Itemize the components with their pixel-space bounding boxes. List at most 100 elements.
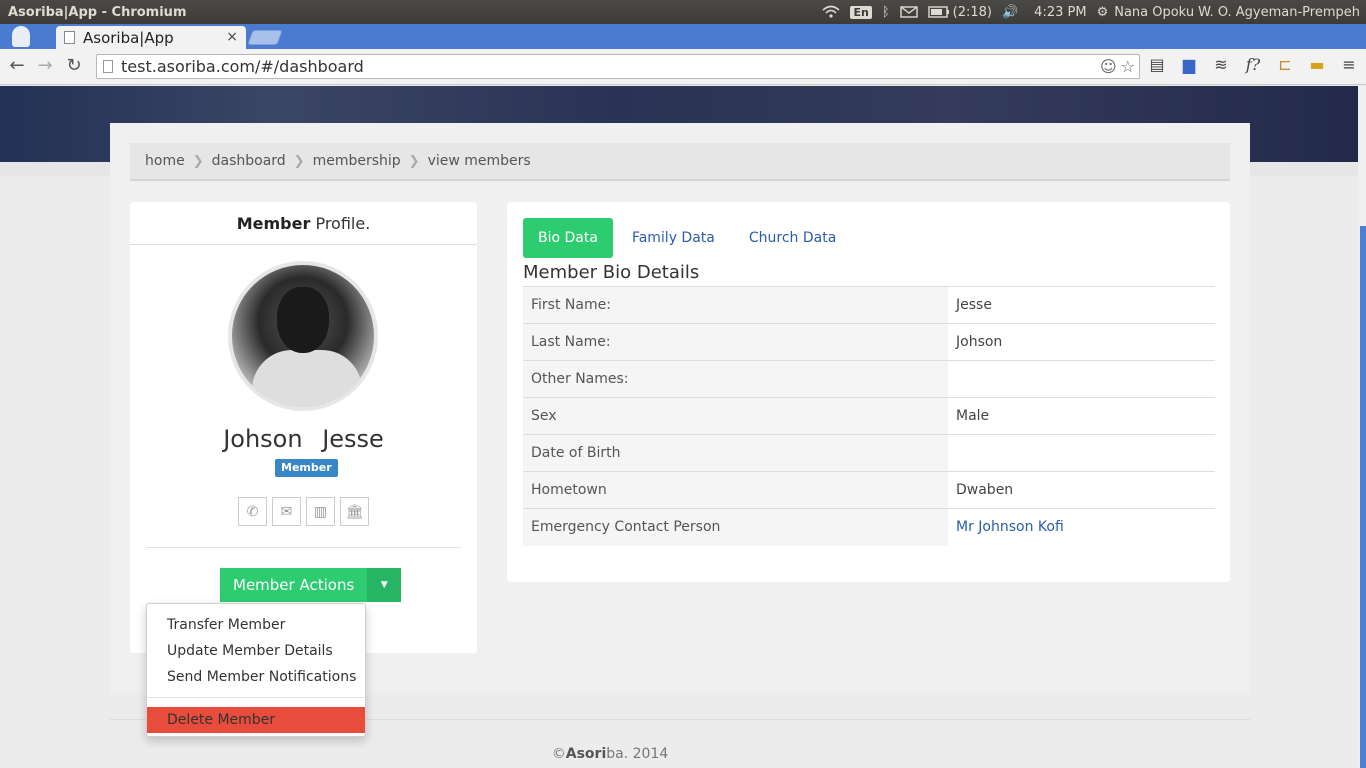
menu-item-delete-member[interactable]: Delete Member xyxy=(147,707,365,733)
layers-extension-icon[interactable]: ≋ xyxy=(1210,55,1232,74)
new-tab-button[interactable] xyxy=(247,30,283,45)
contact-icon-row: ✆ ✉ ▥ 🏛 xyxy=(238,497,369,526)
row-value xyxy=(948,360,1215,398)
address-bar[interactable]: test.asoriba.com/#/dashboard ☺ ☆ xyxy=(96,54,1140,79)
browser-tab[interactable]: Asoriba|App × xyxy=(56,26,246,49)
page-icon xyxy=(103,60,113,73)
member-actions-button[interactable]: Member Actions xyxy=(220,568,368,602)
browser-toolbar: ← → ↻ test.asoriba.com/#/dashboard ☺ ☆ ▤… xyxy=(0,49,1366,85)
bookmark-star-icon[interactable]: ☆ xyxy=(1121,57,1135,76)
breadcrumb-chevron-icon: ❯ xyxy=(192,153,204,169)
email-icon[interactable]: ✉ xyxy=(272,497,301,526)
user-name[interactable]: Nana Opoku W. O. Agyeman-Prempeh xyxy=(1114,5,1360,20)
member-profile-card: Member Profile. Johson Jesse Member ✆ ✉ … xyxy=(130,202,477,653)
browser-tab-title: Asoriba|App xyxy=(83,28,174,47)
tab-church-data[interactable]: Church Data xyxy=(734,218,851,258)
row-value: Dwaben xyxy=(948,471,1215,509)
avatar-head xyxy=(277,287,329,353)
tab-close-icon[interactable]: × xyxy=(226,29,238,45)
breadcrumb-membership[interactable]: membership xyxy=(313,153,401,169)
mail-icon[interactable] xyxy=(899,6,918,18)
row-value xyxy=(948,434,1215,472)
phone-icon[interactable]: ✆ xyxy=(238,497,267,526)
clock[interactable]: 4:23 PM xyxy=(1034,5,1086,20)
row-value: Mr Johnson Kofi xyxy=(948,508,1215,546)
section-title: Member Bio Details xyxy=(523,262,700,283)
footer-brand-rest: ba xyxy=(606,746,624,762)
breadcrumb: home ❯ dashboard ❯ membership ❯ view mem… xyxy=(130,143,1230,181)
menu-item-send-member-notifications[interactable]: Send Member Notifications xyxy=(147,664,365,690)
menu-divider xyxy=(147,697,365,698)
browser-tab-strip: Asoriba|App × xyxy=(0,24,1366,49)
os-top-bar: Asoriba|App - Chromium En ᛒ (2:18) 🔊 4:2… xyxy=(0,0,1366,24)
card-divider xyxy=(146,547,461,548)
role-badge: Member xyxy=(275,459,338,477)
forward-arrow-icon[interactable]: → xyxy=(34,55,56,77)
bio-details-table: First Name: Jesse Last Name: Johson Other … xyxy=(523,286,1215,546)
volume-icon[interactable]: 🔊 xyxy=(1002,5,1018,20)
breadcrumb-chevron-icon: ❯ xyxy=(408,153,420,169)
avatar-shirt xyxy=(252,350,362,407)
tab-family-data[interactable]: Family Data xyxy=(617,218,730,258)
keyboard-layout-indicator[interactable]: En xyxy=(850,5,872,19)
table-row: Other Names: xyxy=(523,360,1215,398)
notes-extension-icon[interactable]: ▤ xyxy=(1146,55,1168,74)
bluetooth-icon[interactable]: ᛒ xyxy=(882,5,890,20)
row-value: Male xyxy=(948,397,1215,435)
scrollbar-thumb[interactable] xyxy=(1360,226,1366,768)
ruler-extension-icon[interactable]: ⊏ xyxy=(1274,55,1296,74)
breadcrumb-chevron-icon: ❯ xyxy=(293,153,305,169)
profile-heading-rest: Profile. xyxy=(310,214,371,233)
page-viewport: home ❯ dashboard ❯ membership ❯ view mem… xyxy=(0,86,1366,768)
window-title: Asoriba|App - Chromium xyxy=(8,4,187,20)
member-details-card: Bio Data Family Data Church Data Member … xyxy=(507,202,1230,582)
footer-brand-bold: Asori xyxy=(565,746,607,762)
profile-heading: Member Profile. xyxy=(130,202,477,245)
wifi-icon[interactable] xyxy=(822,5,840,19)
breadcrumb-home[interactable]: home xyxy=(145,153,185,169)
row-label: Last Name: xyxy=(523,323,948,361)
row-label: Sex xyxy=(523,397,948,435)
building-icon[interactable]: ▥ xyxy=(306,497,335,526)
settings-gear-icon[interactable]: ⚙ xyxy=(1097,5,1109,20)
measure-extension-icon[interactable]: ▬ xyxy=(1306,55,1328,74)
member-full-name: Johson Jesse xyxy=(223,425,384,453)
avatar-extension-icon[interactable]: ☺ xyxy=(1100,57,1117,76)
row-label: Emergency Contact Person xyxy=(523,508,948,546)
page-favicon-icon xyxy=(64,31,75,44)
row-label: Other Names: xyxy=(523,360,948,398)
caret-down-icon[interactable]: ▼ xyxy=(367,568,402,602)
reload-icon[interactable]: ↻ xyxy=(63,55,85,77)
menu-item-update-member-details[interactable]: Update Member Details xyxy=(147,638,365,664)
footer-copyright-symbol: © xyxy=(551,746,566,762)
row-value: Johson xyxy=(948,323,1215,361)
table-row: First Name: Jesse xyxy=(523,286,1215,324)
details-tabs: Bio Data Family Data Church Data xyxy=(523,218,851,258)
avatar xyxy=(228,261,378,411)
table-row: Date of Birth xyxy=(523,434,1215,472)
row-label: Hometown xyxy=(523,471,948,509)
row-label: First Name: xyxy=(523,286,948,324)
breadcrumb-dashboard[interactable]: dashboard xyxy=(212,153,286,169)
bank-icon[interactable]: 🏛 xyxy=(340,497,369,526)
battery-indicator[interactable]: (2:18) xyxy=(927,5,992,20)
url-text: test.asoriba.com/#/dashboard xyxy=(121,57,364,76)
member-actions-button-group: Member Actions ▼ xyxy=(220,568,402,602)
footer: ©Asoriba. 2014 xyxy=(0,746,1220,762)
row-value: Jesse xyxy=(948,286,1215,324)
footer-year: . 2014 xyxy=(623,746,669,762)
breadcrumb-view-members[interactable]: view members xyxy=(428,153,531,169)
table-row: Emergency Contact Person Mr Johnson Kofi xyxy=(523,508,1215,546)
menu-icon[interactable]: ≡ xyxy=(1338,55,1360,74)
table-row: Sex Male xyxy=(523,397,1215,435)
tab-bio-data[interactable]: Bio Data xyxy=(523,218,613,258)
row-label: Date of Birth xyxy=(523,434,948,472)
back-arrow-icon[interactable]: ← xyxy=(6,55,28,77)
browser-logo-icon xyxy=(12,26,30,47)
font-extension-icon[interactable]: f? xyxy=(1242,55,1264,74)
table-row: Last Name: Johson xyxy=(523,323,1215,361)
menu-item-transfer-member[interactable]: Transfer Member xyxy=(147,612,365,638)
table-row: Hometown Dwaben xyxy=(523,471,1215,509)
id-extension-icon[interactable]: ▆ xyxy=(1178,55,1200,74)
member-actions-dropdown: Transfer Member Update Member Details Se… xyxy=(146,603,366,737)
